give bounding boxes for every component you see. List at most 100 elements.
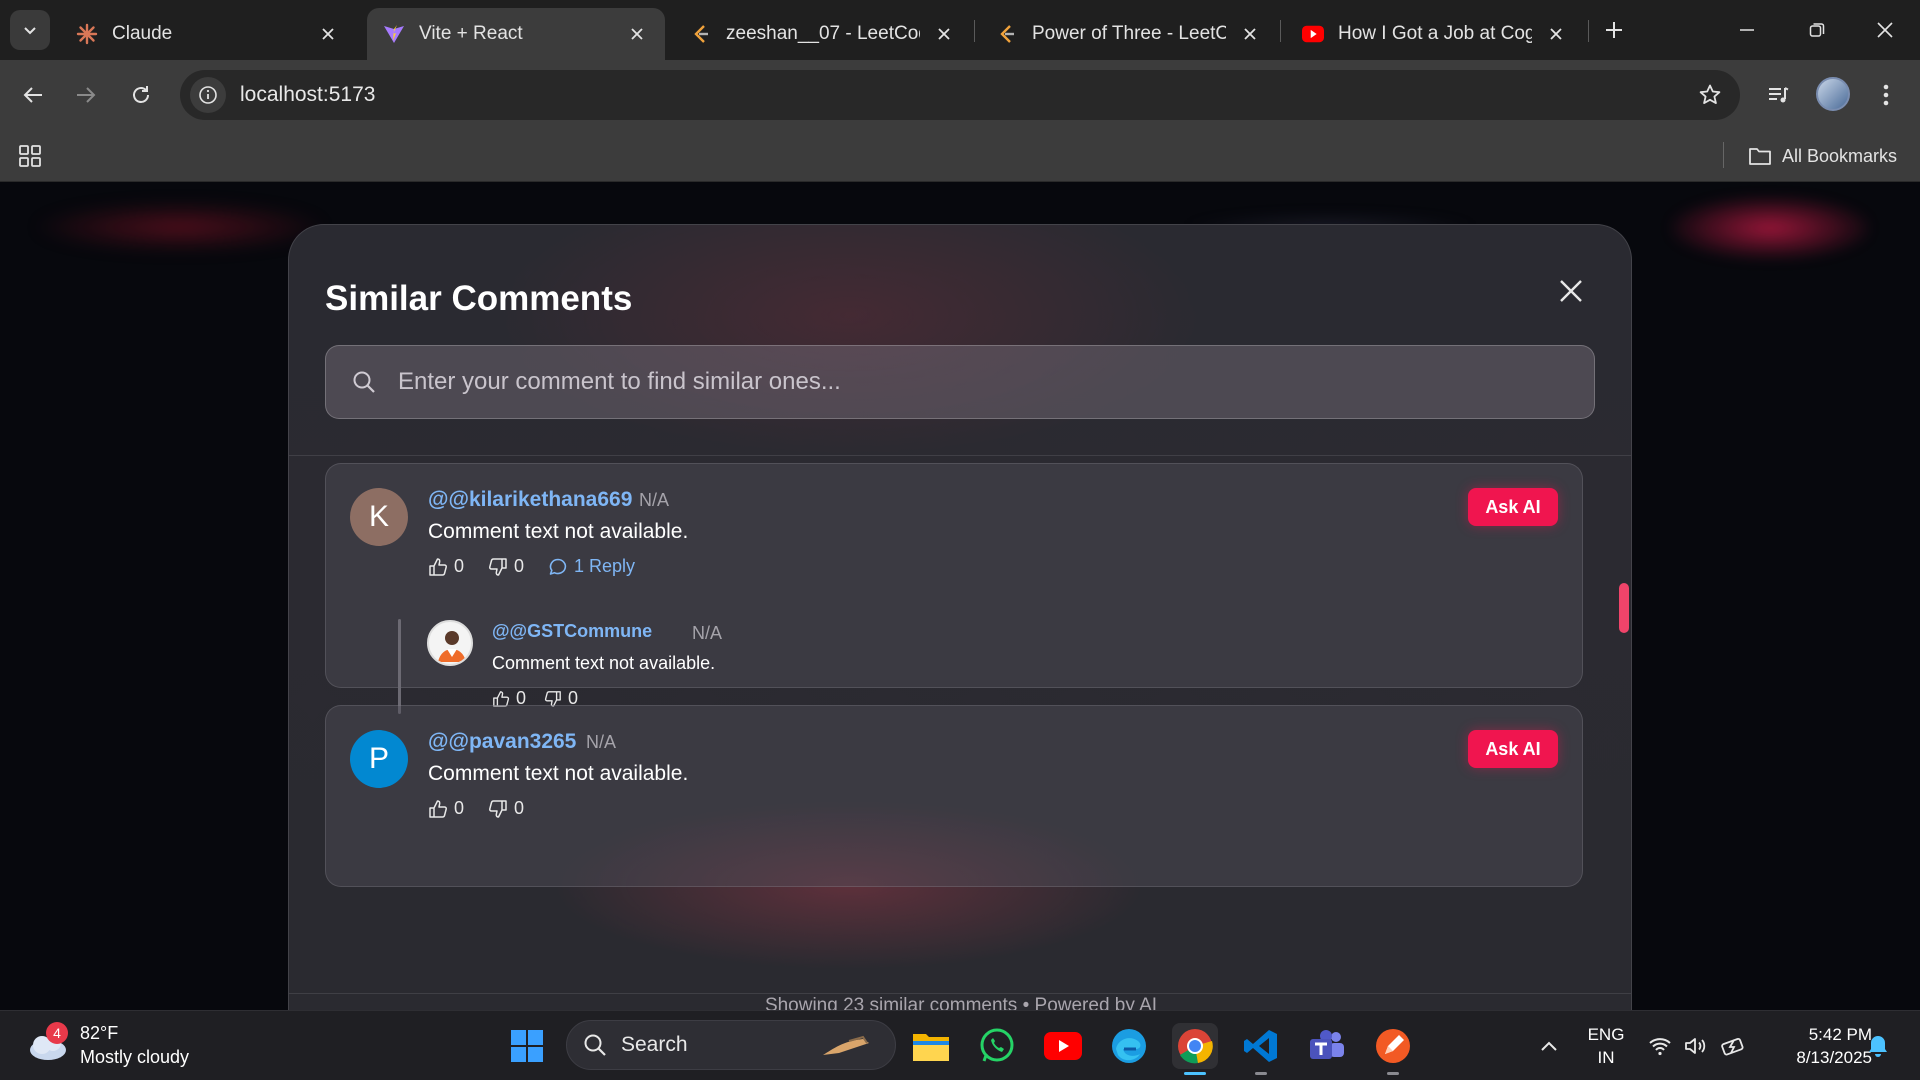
tab-leetcode-profile[interactable]: zeeshan__07 - LeetCode |: [674, 8, 972, 60]
restore-button[interactable]: [1792, 8, 1842, 52]
similar-comments-modal: Similar Comments K @@kilarikethana669 N/…: [288, 224, 1632, 1010]
notification-bell-icon[interactable]: [1858, 1023, 1898, 1069]
running-indicator: [1255, 1072, 1267, 1075]
vite-icon: [383, 23, 405, 45]
address-bar[interactable]: localhost:5173: [180, 70, 1740, 120]
apps-grid-icon[interactable]: [18, 144, 42, 173]
comment-search-input[interactable]: [398, 362, 1594, 402]
tab-vite-react[interactable]: Vite + React: [367, 8, 665, 60]
comment-card: K @@kilarikethana669 N/A Comment text no…: [325, 463, 1583, 714]
clock-time: 5:42 PM: [1808, 1025, 1872, 1044]
tab-search-button[interactable]: [10, 10, 50, 50]
modal-close-button[interactable]: [1551, 271, 1591, 311]
dislike-button[interactable]: 0: [488, 556, 524, 577]
windows-start-button[interactable]: [504, 1023, 550, 1069]
leetcode-icon: [996, 23, 1018, 45]
close-tab-icon[interactable]: [1238, 22, 1262, 46]
comment-username[interactable]: @@pavan3265: [428, 730, 576, 754]
taskbar-search[interactable]: Search: [566, 1020, 896, 1070]
close-tab-icon[interactable]: [932, 22, 956, 46]
weather-widget[interactable]: 4 82°F Mostly cloudy: [26, 1021, 189, 1069]
tab-claude[interactable]: Claude: [60, 8, 356, 60]
like-button[interactable]: 0: [428, 556, 464, 577]
edge-browser-icon[interactable]: [1106, 1023, 1152, 1069]
reply-thread-line: [398, 619, 401, 714]
minimize-icon: [1740, 29, 1754, 31]
language-code: ENG: [1587, 1025, 1625, 1044]
url-text: localhost:5173: [240, 83, 376, 106]
close-icon: [1560, 280, 1582, 302]
tab-strip: Claude Vite + React zeeshan__07 - LeetCo…: [0, 0, 1920, 60]
clock[interactable]: 5:42 PM 8/13/2025: [1762, 1023, 1872, 1069]
menu-kebab-icon[interactable]: [1868, 77, 1904, 113]
reload-icon: [133, 86, 149, 103]
region-code: IN: [1597, 1048, 1615, 1067]
search-highlight-icon: [823, 1035, 869, 1055]
reply-avatar: [427, 620, 473, 666]
battery-charging-icon[interactable]: [1716, 1023, 1752, 1069]
tab-divider: [974, 20, 975, 42]
close-window-button[interactable]: [1860, 8, 1910, 52]
replies-label: 1 Reply: [574, 556, 636, 576]
minimize-button[interactable]: [1722, 8, 1772, 52]
reply-username[interactable]: @@GSTCommune: [492, 621, 652, 642]
back-button[interactable]: [12, 74, 54, 116]
windows-logo-icon: [511, 1030, 543, 1062]
page-viewport: Similar Comments K @@kilarikethana669 N/…: [0, 182, 1920, 1010]
media-controls-icon[interactable]: [1760, 77, 1796, 113]
chat-bubble-icon: [549, 558, 567, 575]
tab-youtube[interactable]: How I Got a Job at Cogni: [1286, 8, 1584, 60]
youtube-app-icon[interactable]: [1040, 1023, 1086, 1069]
all-bookmarks-button[interactable]: All Bookmarks: [1748, 142, 1897, 170]
wifi-icon[interactable]: [1642, 1023, 1678, 1069]
tab-leetcode-problem[interactable]: Power of Three - LeetCod: [980, 8, 1278, 60]
bookmarks-divider: [1723, 142, 1724, 168]
tab-title: How I Got a Job at Cogni: [1338, 23, 1532, 44]
replies-toggle[interactable]: 1 Reply: [548, 556, 635, 577]
bookmark-star-icon[interactable]: [1698, 83, 1722, 112]
new-tab-button[interactable]: [1598, 14, 1630, 46]
drawing-app-icon[interactable]: [1370, 1023, 1416, 1075]
comment-search-box[interactable]: [325, 345, 1595, 419]
like-button[interactable]: 0: [428, 798, 464, 819]
comment-username[interactable]: @@kilarikethana669: [428, 488, 632, 512]
claude-icon: [76, 23, 98, 45]
teams-icon[interactable]: [1304, 1023, 1350, 1069]
reply-text: Comment text not available.: [492, 653, 716, 673]
reply-meta: N/A: [692, 623, 723, 643]
footer-divider: [289, 993, 1631, 994]
close-icon: [1877, 22, 1893, 38]
avatar: P: [350, 730, 408, 788]
close-tab-icon[interactable]: [625, 22, 649, 46]
comment-text: Comment text not available.: [428, 520, 689, 543]
whatsapp-icon[interactable]: [974, 1023, 1020, 1069]
vscode-icon[interactable]: [1238, 1023, 1284, 1075]
scrollbar-thumb[interactable]: [1619, 583, 1629, 633]
comment-card: P @@pavan3265 N/A Comment text not avail…: [325, 705, 1583, 887]
language-indicator[interactable]: ENG IN: [1580, 1023, 1632, 1069]
comment-meta: N/A: [586, 732, 617, 752]
chevron-up-icon[interactable]: [1526, 1023, 1572, 1069]
file-explorer-icon[interactable]: [908, 1023, 954, 1069]
clock-date: 8/13/2025: [1796, 1048, 1872, 1067]
leetcode-icon: [690, 23, 712, 45]
volume-icon[interactable]: [1678, 1023, 1714, 1069]
thumbs-down-icon: [488, 799, 507, 818]
like-count: 0: [454, 556, 465, 576]
temperature: 82°F: [80, 1023, 119, 1043]
ask-ai-button[interactable]: Ask AI: [1468, 730, 1558, 768]
plus-icon: [1606, 22, 1622, 38]
dislike-button[interactable]: 0: [488, 798, 524, 819]
forward-button[interactable]: [65, 74, 107, 116]
comment-text: Comment text not available.: [428, 762, 689, 785]
close-tab-icon[interactable]: [316, 22, 340, 46]
reload-button[interactable]: [120, 74, 162, 116]
profile-avatar[interactable]: [1816, 77, 1850, 111]
chrome-browser-icon[interactable]: [1172, 1023, 1218, 1075]
site-info-button[interactable]: [190, 77, 226, 113]
tab-title: Claude: [112, 23, 173, 44]
windows-taskbar: 4 82°F Mostly cloudy Search ENG IN 5:42 …: [0, 1010, 1920, 1080]
ask-ai-button[interactable]: Ask AI: [1468, 488, 1558, 526]
close-tab-icon[interactable]: [1544, 22, 1568, 46]
weather-condition: Mostly cloudy: [80, 1047, 190, 1067]
